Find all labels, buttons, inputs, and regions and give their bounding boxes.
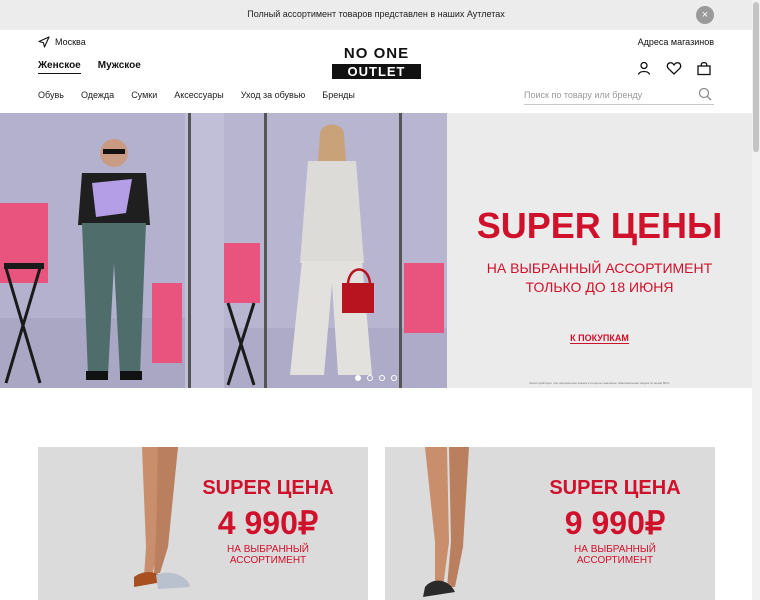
- user-icon[interactable]: [636, 60, 652, 76]
- nav-item-clothing[interactable]: Одежда: [81, 90, 114, 100]
- carousel-dot[interactable]: [367, 375, 373, 381]
- carousel-dots: [355, 375, 397, 381]
- heart-icon[interactable]: [666, 60, 682, 76]
- category-nav: Обувь Одежда Сумки Аксессуары Уход за об…: [38, 90, 372, 100]
- nav-item-shoe-care[interactable]: Уход за обувью: [241, 90, 306, 100]
- search-box: [524, 85, 714, 105]
- announcement-bar: Полный ассортимент товаров представлен в…: [0, 0, 752, 30]
- promo-title: SUPER ЦЕНА: [549, 477, 681, 499]
- nav-item-accessories[interactable]: Аксессуары: [174, 90, 223, 100]
- promo-subtitle: НА ВЫБРАННЫЙ АССОРТИМЕНТ: [227, 544, 309, 566]
- carousel-dot[interactable]: [355, 375, 361, 381]
- scrollbar[interactable]: [752, 0, 760, 600]
- hero-footnote: Акция действует при оформлении заказа в …: [529, 381, 670, 385]
- hero-banner[interactable]: SUPER ЦЕНЫ НА ВЫБРАННЫЙ АССОРТИМЕНТ ТОЛЬ…: [0, 113, 752, 388]
- shop-now-link[interactable]: К ПОКУПКАМ: [447, 333, 752, 344]
- promo-price: 9 990₽: [564, 505, 666, 541]
- search-input[interactable]: [524, 86, 694, 100]
- tab-women[interactable]: Женское: [38, 60, 81, 74]
- logo-text-top: NO ONE: [343, 45, 410, 62]
- hero-subtitle-line2: ТОЛЬКО ДО 18 ИЮНЯ: [525, 279, 674, 295]
- hero-photo-woman: [224, 113, 447, 388]
- promo-text: SUPER ЦЕНА 9 990₽ НА ВЫБРАННЫЙ АССОРТИМЕ…: [535, 477, 695, 566]
- store-addresses-link[interactable]: Адреса магазинов: [638, 37, 714, 47]
- logo-text-bottom: OUTLET: [332, 64, 421, 79]
- location-arrow-icon: [38, 36, 50, 48]
- tab-men[interactable]: Мужское: [98, 60, 141, 74]
- hero-title: SUPER ЦЕНЫ: [476, 205, 723, 246]
- gender-tabs: Женское Мужское: [38, 60, 141, 74]
- bag-icon[interactable]: [696, 60, 712, 76]
- promo-text: SUPER ЦЕНА 4 990₽ НА ВЫБРАННЫЙ АССОРТИМЕ…: [188, 477, 348, 566]
- carousel-dot[interactable]: [379, 375, 385, 381]
- promo-price: 4 990₽: [217, 505, 319, 541]
- hero-subtitle: НА ВЫБРАННЫЙ АССОРТИМЕНТ ТОЛЬКО ДО 18 ИЮ…: [447, 259, 752, 297]
- announcement-text: Полный ассортимент товаров представлен в…: [247, 9, 505, 19]
- hero-subtitle-line1: НА ВЫБРАННЫЙ АССОРТИМЕНТ: [486, 260, 713, 276]
- city-label: Москва: [55, 37, 86, 47]
- header-icons: [636, 60, 712, 76]
- promo-tile[interactable]: SUPER ЦЕНА 9 990₽ НА ВЫБРАННЫЙ АССОРТИМЕ…: [385, 447, 715, 600]
- logo[interactable]: NO ONE OUTLET: [332, 45, 421, 79]
- promo-tile[interactable]: SUPER ЦЕНА 4 990₽ НА ВЫБРАННЫЙ АССОРТИМЕ…: [38, 447, 368, 600]
- search-icon[interactable]: [698, 87, 712, 101]
- promo-title: SUPER ЦЕНА: [202, 477, 334, 499]
- scrollbar-thumb[interactable]: [753, 2, 759, 152]
- nav-item-bags[interactable]: Сумки: [131, 90, 157, 100]
- promo-subtitle: НА ВЫБРАННЫЙ АССОРТИМЕНТ: [574, 544, 656, 566]
- nav-item-shoes[interactable]: Обувь: [38, 90, 64, 100]
- close-icon[interactable]: ×: [696, 6, 714, 24]
- hero-promo-panel: SUPER ЦЕНЫ НА ВЫБРАННЫЙ АССОРТИМЕНТ ТОЛЬ…: [447, 113, 752, 388]
- hero-photo-man: [0, 113, 224, 388]
- city-selector[interactable]: Москва: [38, 36, 86, 48]
- carousel-dot[interactable]: [391, 375, 397, 381]
- shop-now-label: К ПОКУПКАМ: [570, 333, 629, 344]
- nav-item-brands[interactable]: Бренды: [322, 90, 355, 100]
